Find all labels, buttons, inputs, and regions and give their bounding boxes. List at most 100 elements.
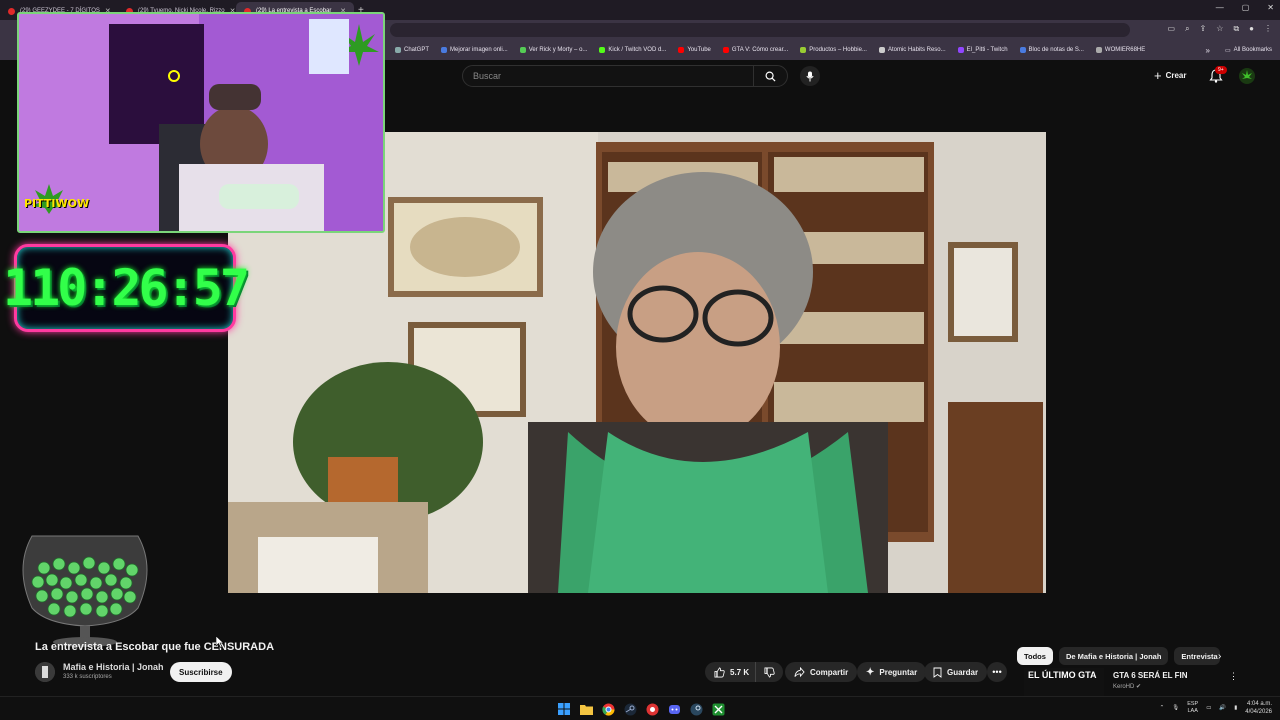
chip-interview[interactable]: Entrevista	[1174, 647, 1221, 665]
chip-all[interactable]: Todos	[1017, 647, 1053, 665]
bookmark-favicon-icon	[1019, 47, 1026, 53]
bookmark-item[interactable]: El_Pitti - Twitch	[957, 47, 1008, 53]
bookmark-label: Productos – Hobbie...	[809, 47, 867, 53]
search-icon	[765, 71, 776, 82]
folder-icon: ▭	[1224, 47, 1231, 54]
clock-time: 4:04 a.m.	[1246, 701, 1272, 707]
bookmark-item[interactable]: Bloc de notas de S...	[1019, 47, 1084, 53]
recommendation-channel-name: KeroHD	[1113, 684, 1135, 690]
tray-overflow-icon[interactable]: ⌃	[1160, 705, 1165, 711]
discord-icon[interactable]	[665, 700, 683, 718]
bookmark-item[interactable]: Productos – Hobbie...	[800, 47, 867, 53]
all-bookmarks-button[interactable]: ▭ All Bookmarks	[1225, 47, 1272, 54]
account-avatar[interactable]	[1239, 68, 1255, 84]
stream-timer: 110:26:57	[3, 244, 250, 332]
chrome-alt-icon[interactable]	[643, 700, 661, 718]
menu-kebab-icon[interactable]: ⋮	[1264, 24, 1272, 34]
chrome-icon[interactable]	[599, 700, 617, 718]
bookmark-favicon-icon	[878, 47, 885, 53]
streamer-webcam-overlay: PITTIWOW	[17, 12, 385, 233]
bookmarks-overflow-icon[interactable]: »	[1206, 46, 1210, 55]
volume-icon[interactable]: 🔊	[1219, 705, 1226, 711]
thumbs-up-icon	[714, 666, 725, 677]
chevron-right-icon[interactable]: ›	[1218, 651, 1221, 662]
zoom-icon[interactable]: ⌕	[1185, 24, 1189, 34]
bookmark-favicon-icon	[1095, 47, 1102, 53]
share-arrow-icon	[794, 666, 805, 677]
bookmark-label: GTA V: Cómo crear...	[731, 47, 789, 53]
channel-avatar[interactable]	[35, 662, 55, 682]
cast-icon[interactable]: ▭	[1168, 24, 1176, 34]
ask-button[interactable]: ✦ Preguntar	[857, 662, 927, 682]
language-indicator[interactable]: ESP LAA	[1187, 701, 1198, 715]
recommendation-title[interactable]: GTA 6 SERÁ EL FIN	[1113, 671, 1188, 680]
folder-icon	[579, 704, 593, 715]
close-window-icon[interactable]: ✕	[1267, 3, 1274, 12]
window-controls: — ▢ ✕	[1216, 3, 1274, 12]
steam-app-icon	[690, 703, 702, 715]
search-box	[462, 65, 788, 87]
notification-badge: 9+	[1215, 66, 1227, 74]
timer-text: 110:26:57	[3, 259, 250, 317]
bookmark-label: Mejorar imagen onli...	[450, 47, 508, 53]
toolbar-icons: ▭ ⌕ ⇪ ☆ ⧉ ● ⋮	[1168, 24, 1272, 34]
bookmark-label: Atomic Habits Reso...	[887, 47, 946, 53]
bookmark-favicon-icon	[957, 47, 964, 53]
bookmark-item[interactable]: Ver Rick y Morty – o...	[519, 47, 587, 53]
channel-name[interactable]: Mafia e Historia | Jonah	[63, 662, 164, 672]
search-input[interactable]	[463, 71, 753, 81]
bookmark-star-icon[interactable]: ☆	[1216, 24, 1223, 34]
extensions-icon[interactable]: ⧉	[1233, 24, 1239, 34]
url-field[interactable]	[390, 23, 1130, 37]
recommendation-menu-icon[interactable]: ⋮	[1229, 671, 1238, 682]
related-filter-chips: Todos De Mafia e Historia | Jonah Entrev…	[1017, 647, 1221, 665]
chip-from-channel[interactable]: De Mafia e Historia | Jonah	[1058, 647, 1169, 665]
bookmark-item[interactable]: YouTube	[678, 47, 711, 53]
microphone-tray-icon[interactable]: 🎙	[1172, 705, 1179, 711]
system-tray: ⌃ 🎙 ESP LAA ▭ 🔊 ▮ 4:04 a.m. 4/04/2026	[1160, 700, 1272, 716]
xbox-icon[interactable]	[709, 700, 727, 718]
save-label: Guardar	[947, 667, 979, 677]
taskbar-apps	[555, 700, 727, 718]
voice-search-button[interactable]	[800, 66, 820, 86]
bookmark-item[interactable]: GTA V: Cómo crear...	[722, 47, 789, 53]
sparkle-icon: ✦	[866, 666, 875, 678]
recommendation-thumbnail[interactable]: EL ÚLTIMO GTA	[1024, 668, 1104, 698]
windows-logo-icon	[558, 703, 570, 715]
battery-icon[interactable]: ▮	[1234, 705, 1237, 711]
bookmark-item[interactable]: Mejorar imagen onli...	[441, 47, 508, 53]
chrome-logo-icon	[601, 703, 614, 716]
search-button[interactable]	[753, 65, 787, 87]
system-clock[interactable]: 4:04 a.m. 4/04/2026	[1245, 700, 1272, 716]
maximize-icon[interactable]: ▢	[1242, 3, 1250, 12]
thumbs-down-icon	[764, 667, 775, 678]
like-button[interactable]: 5.7 K	[705, 662, 756, 682]
bookmark-favicon-icon	[395, 47, 401, 53]
language-code: ESP	[1187, 701, 1199, 707]
subscribe-button[interactable]: Suscribirse	[170, 662, 232, 682]
webcam-logo-text: PITTIWOW	[24, 197, 90, 210]
bookmark-item[interactable]: WOMIER68HE	[1095, 47, 1145, 53]
profile-icon[interactable]: ●	[1249, 24, 1254, 34]
mouse-cursor-icon	[216, 636, 224, 648]
network-icon[interactable]: ▭	[1206, 705, 1211, 711]
share-button[interactable]: Compartir	[785, 662, 858, 682]
share-page-icon[interactable]: ⇪	[1200, 24, 1207, 34]
bookmark-item[interactable]: Atomic Habits Reso...	[878, 47, 946, 53]
youtube-favicon-icon	[8, 7, 15, 15]
steam-icon[interactable]	[621, 700, 639, 718]
minimize-icon[interactable]: —	[1216, 3, 1224, 12]
leaf-icon	[1242, 70, 1252, 79]
bookmark-item[interactable]: Kick / Twitch VOD d...	[599, 47, 666, 53]
windows-start-icon[interactable]	[555, 700, 573, 718]
more-actions-button[interactable]: •••	[987, 662, 1007, 682]
create-label: Crear	[1165, 71, 1187, 80]
thumbnail-text: EL ÚLTIMO GTA	[1028, 670, 1097, 680]
ask-label: Preguntar	[879, 667, 918, 677]
bookmark-item[interactable]: ChatGPT	[395, 47, 429, 53]
dislike-button[interactable]	[755, 662, 784, 682]
create-button[interactable]: + Crear	[1154, 68, 1187, 83]
save-button[interactable]: Guardar	[924, 662, 988, 682]
steam-alt-icon[interactable]	[687, 700, 705, 718]
file-explorer-icon[interactable]	[577, 700, 595, 718]
